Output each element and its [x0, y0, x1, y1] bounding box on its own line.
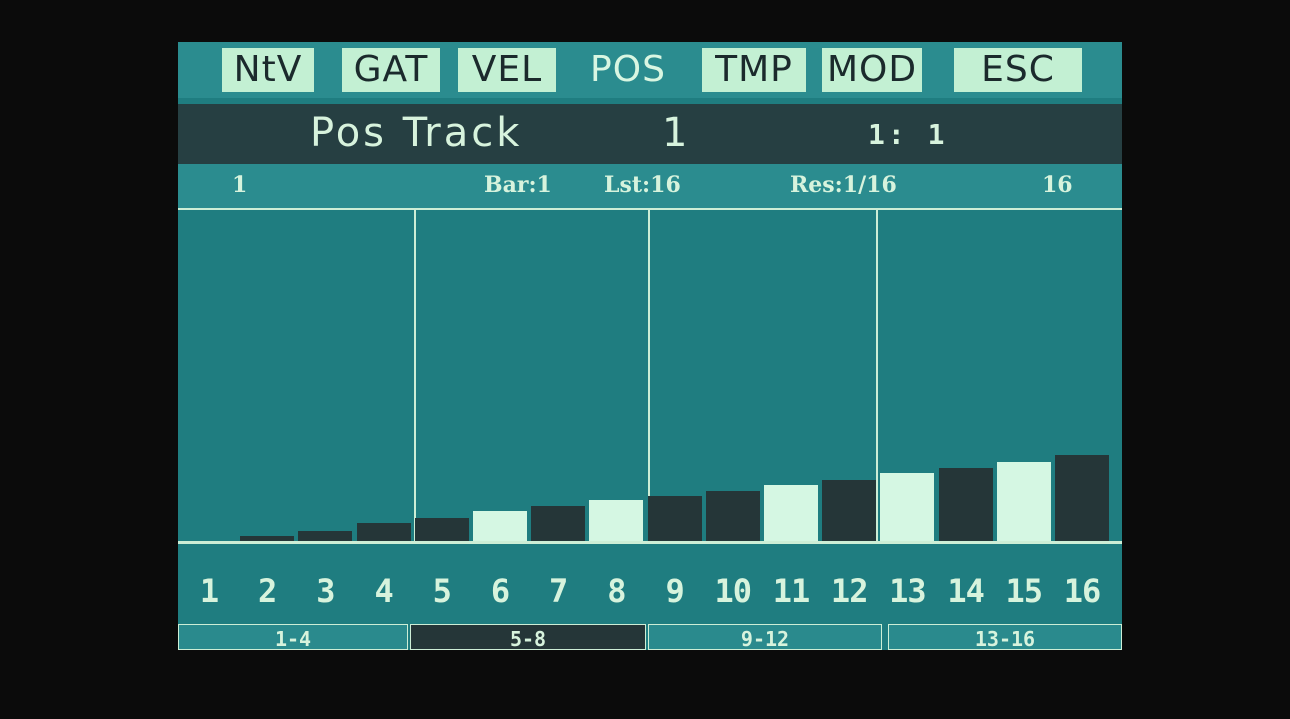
info-row: 1 Bar:1 Lst:16 Res:1/16 16: [178, 164, 1122, 208]
step-number-8: 8: [607, 572, 626, 610]
group-divider-2: [648, 210, 650, 541]
page-13-16[interactable]: 13-16: [888, 624, 1122, 650]
bar-readout: Bar:1: [484, 172, 552, 198]
step-bar-2[interactable]: [240, 536, 295, 541]
step-bar-5[interactable]: [414, 518, 469, 541]
group-divider-3: [876, 210, 878, 541]
step-bar-13[interactable]: [880, 473, 935, 541]
page-selector: 1-4 5-8 9-12 13-16: [178, 624, 1122, 650]
step-number-16: 16: [1063, 572, 1102, 610]
page-9-12[interactable]: 9-12: [648, 624, 882, 650]
step-number-7: 7: [549, 572, 568, 610]
step-number-10: 10: [714, 572, 753, 610]
tab-vel[interactable]: VEL: [458, 48, 556, 92]
step-number-13: 13: [889, 572, 927, 610]
last-step-readout: Lst:16: [604, 172, 681, 198]
step-bar-3[interactable]: [298, 531, 353, 541]
track-number: 1: [662, 110, 691, 156]
position-readout: 1: 1: [868, 118, 948, 151]
step-number-14: 14: [947, 572, 985, 610]
step-bar-15[interactable]: [996, 462, 1051, 541]
step-number-11: 11: [772, 572, 811, 610]
step-number-15: 15: [1005, 572, 1044, 610]
start-step: 1: [232, 172, 248, 198]
step-number-6: 6: [490, 572, 510, 610]
tab-bar: NtV GAT VEL POS TMP MOD ESC: [178, 42, 1122, 98]
page-5-8[interactable]: 5-8: [410, 624, 646, 650]
device-screen: NtV GAT VEL POS TMP MOD ESC Pos Track 1 …: [178, 42, 1122, 650]
tab-mod[interactable]: MOD: [822, 48, 922, 92]
step-number-1: 1: [199, 572, 219, 610]
step-bar-16[interactable]: [1055, 455, 1109, 541]
tab-pos[interactable]: POS: [572, 48, 684, 92]
step-number-row: 1 2 3 4 5 6 7 8 9 10 11 12 13 14 15 16: [178, 572, 1122, 614]
group-divider-1: [414, 210, 416, 541]
tab-esc[interactable]: ESC: [954, 48, 1082, 92]
step-bar-8[interactable]: [589, 500, 644, 541]
step-bar-9[interactable]: [647, 496, 702, 541]
step-number-2: 2: [258, 572, 277, 610]
page-1-4[interactable]: 1-4: [178, 624, 408, 650]
position-bar-chart[interactable]: [178, 208, 1122, 544]
step-number-4: 4: [374, 572, 393, 610]
resolution-readout: Res:1/16: [790, 172, 897, 198]
step-bar-12[interactable]: [822, 480, 877, 541]
title-row: Pos Track 1 1: 1: [178, 104, 1122, 164]
step-bar-7[interactable]: [531, 506, 586, 541]
tab-ntv[interactable]: NtV: [222, 48, 314, 92]
step-bar-10[interactable]: [705, 491, 760, 541]
step-bar-14[interactable]: [938, 468, 993, 541]
step-number-12: 12: [830, 572, 869, 610]
step-number-9: 9: [665, 572, 684, 610]
step-bar-6[interactable]: [473, 511, 527, 541]
end-step: 16: [1042, 172, 1073, 198]
step-bar-11[interactable]: [764, 485, 818, 541]
track-label: Pos Track: [310, 110, 523, 156]
tab-tmp[interactable]: TMP: [702, 48, 806, 92]
step-number-5: 5: [432, 572, 452, 610]
step-number-3: 3: [316, 572, 335, 610]
step-bar-4[interactable]: [356, 523, 411, 541]
tab-gat[interactable]: GAT: [342, 48, 440, 92]
